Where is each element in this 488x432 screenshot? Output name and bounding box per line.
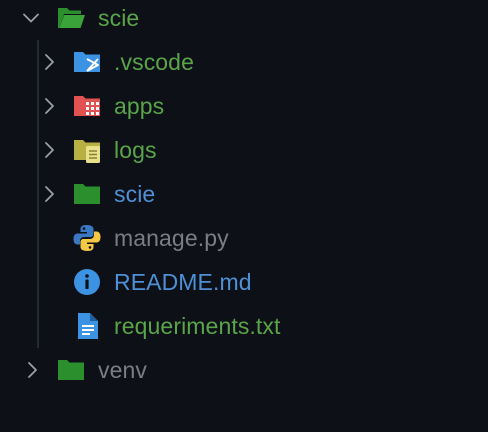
- apps-folder-icon: [74, 96, 100, 116]
- tree-item-requeriments-txt[interactable]: requeriments.txt: [0, 304, 488, 348]
- tree-item-logs[interactable]: logs: [0, 128, 488, 172]
- tree-item-readme-md[interactable]: README.md: [0, 260, 488, 304]
- tree-item-label: logs: [114, 137, 157, 163]
- chevron-right-icon[interactable]: [37, 94, 61, 118]
- tree-item-label: manage.py: [114, 225, 229, 251]
- chevron-right-icon[interactable]: [37, 182, 61, 206]
- tree-item-vscode[interactable]: .vscode: [0, 40, 488, 84]
- tree-item-label: requeriments.txt: [114, 313, 281, 339]
- chevron-right-icon[interactable]: [37, 138, 61, 162]
- folder-icon: [74, 184, 100, 204]
- chevron-down-icon[interactable]: [19, 6, 43, 30]
- folder-open-icon: [58, 8, 85, 28]
- tree-item-label: scie: [114, 181, 156, 207]
- tree-item-label: scie: [98, 5, 140, 31]
- tree-item-scie[interactable]: scie: [0, 172, 488, 216]
- tree-item-label: venv: [98, 357, 147, 383]
- vscode-folder-icon: [74, 52, 100, 72]
- python-icon: [73, 225, 101, 251]
- text-file-icon: [78, 313, 98, 339]
- chevron-right-icon[interactable]: [20, 358, 44, 382]
- tree-item-label: README.md: [114, 269, 252, 295]
- chevron-right-icon[interactable]: [37, 50, 61, 74]
- info-icon: [74, 269, 100, 295]
- folder-icon: [58, 360, 84, 380]
- logs-folder-icon: [74, 140, 100, 163]
- tree-item-scie-root[interactable]: scie: [0, 0, 488, 40]
- file-explorer-tree: scie .vscode apps logs scie manage.py RE…: [0, 0, 488, 432]
- tree-item-label: apps: [114, 93, 165, 119]
- tree-item-venv[interactable]: venv: [0, 348, 488, 392]
- tree-item-apps[interactable]: apps: [0, 84, 488, 128]
- tree-item-label: .vscode: [114, 49, 194, 75]
- tree-item-manage-py[interactable]: manage.py: [0, 216, 488, 260]
